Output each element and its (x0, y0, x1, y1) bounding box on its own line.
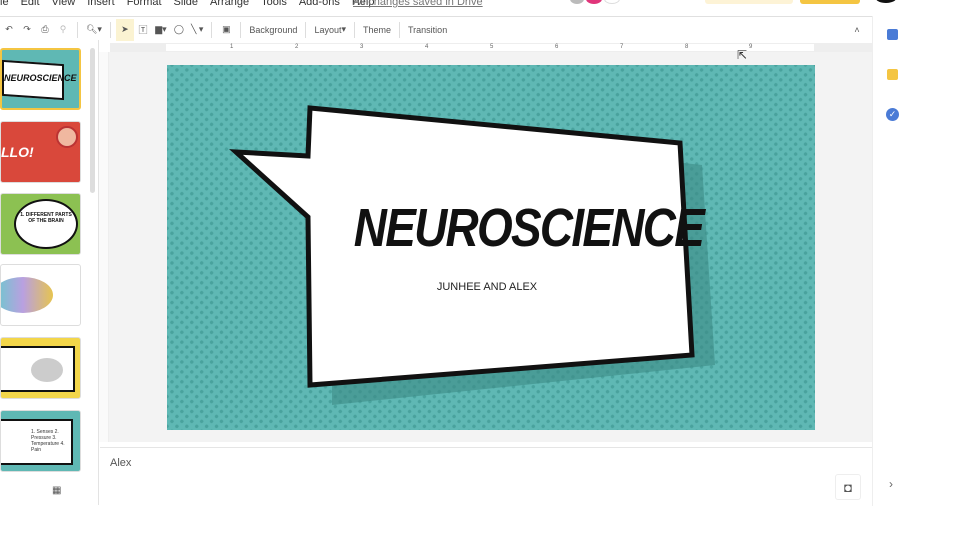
ruler-mark: 5 (490, 44, 494, 50)
speaker-notes-text: Alex (110, 457, 132, 469)
slide-thumbnail-4[interactable] (0, 264, 81, 326)
slide-subtitle[interactable]: JUNHEE AND ALEX (387, 281, 587, 293)
line-icon[interactable]: ╲ ▾ (188, 19, 206, 41)
slide-canvas[interactable]: NEUROSCIENCE JUNHEE AND ALEX (167, 65, 815, 430)
ruler-mark: 4 (425, 44, 429, 50)
print-icon[interactable]: ⎙ (36, 19, 54, 41)
slide-title[interactable]: NEUROSCIENCE (354, 197, 705, 259)
menu-edit[interactable]: Edit (21, 0, 40, 10)
menu-tools[interactable]: Tools (261, 0, 287, 10)
slide-thumbnail-5[interactable] (0, 337, 81, 399)
ruler-mark: 7 (620, 44, 624, 50)
menu-addons[interactable]: Add-ons (299, 0, 340, 10)
comment-icon[interactable]: ▣ (217, 19, 235, 41)
redo-icon[interactable]: ↷ (18, 19, 36, 41)
save-status-link[interactable]: All changes saved in Drive (353, 0, 483, 8)
expand-chevron-icon[interactable]: › (889, 477, 893, 491)
collaborator-avatar[interactable] (604, 0, 620, 4)
ruler-mark: 6 (555, 44, 559, 50)
slide-thumbnail-1[interactable]: NEUROSCIENCE (0, 48, 81, 110)
thumbnail-title: NEUROSCIENCE (4, 73, 77, 83)
layout-button[interactable]: Layout ▾ (311, 19, 349, 41)
menu-arrange[interactable]: Arrange (210, 0, 249, 10)
collaborator-avatar[interactable] (570, 0, 584, 4)
menu-file[interactable]: le (0, 0, 9, 10)
image-icon[interactable]: ▆▾ (152, 19, 170, 41)
transition-button[interactable]: Transition (405, 19, 450, 41)
menu-format[interactable]: Format (127, 0, 162, 10)
menu-slide[interactable]: Slide (174, 0, 198, 10)
toolbar: ↶ ↷ ⎙ ⚲ 🔍︎▾ ➤ 🅃 ▆▾ ◯ ╲ ▾ ▣ Background La… (0, 16, 872, 42)
tasks-icon[interactable]: ✓ (886, 108, 899, 121)
ruler-mark: 1 (230, 44, 234, 50)
slide-thumbnail-6[interactable]: 1. Senses 2. Pressure 3. Temperature 4. … (0, 410, 81, 472)
horizontal-ruler[interactable]: 1 2 3 4 5 6 7 8 9 (165, 43, 815, 52)
thumbnail-title: LLO! (1, 144, 34, 160)
layout-label: Layout (314, 24, 342, 35)
slide-thumbnail-2[interactable]: LLO! (0, 121, 81, 183)
speaker-notes[interactable]: Alex ◘ (100, 447, 872, 505)
zoom-icon[interactable]: 🔍︎▾ (83, 19, 105, 41)
ruler-mark: 8 (685, 44, 689, 50)
paint-format-icon[interactable]: ⚲ (54, 19, 72, 41)
menu-insert[interactable]: Insert (87, 0, 115, 10)
thumbnail-title: 1. DIFFERENT PARTS OF THE BRAIN (20, 212, 72, 224)
ruler-mark: 2 (295, 44, 299, 50)
explore-icon: ◘ (844, 479, 852, 495)
menu-bar: le Edit View Insert Format Slide Arrange… (0, 0, 374, 10)
keep-icon[interactable] (887, 69, 898, 80)
collaborator-avatar[interactable] (586, 0, 602, 4)
grid-view-icon[interactable]: ▦ (52, 485, 61, 496)
present-button[interactable] (705, 0, 793, 4)
filmstrip-scrollbar[interactable] (90, 48, 95, 193)
collapse-chevron-icon[interactable]: ˄ (848, 19, 866, 41)
side-panel: ✓ › (872, 16, 910, 506)
undo-icon[interactable]: ↶ (0, 19, 18, 41)
filmstrip: NEUROSCIENCE LLO! 1. DIFFERENT PARTS OF … (0, 40, 99, 505)
background-button[interactable]: Background (246, 19, 300, 41)
ruler-mark: 9 (749, 44, 753, 50)
select-icon[interactable]: ➤ (115, 18, 134, 41)
ruler-mark: 3 (360, 44, 364, 50)
share-button[interactable] (800, 0, 860, 4)
account-avatar[interactable] (876, 0, 896, 3)
slide-thumbnail-3[interactable]: 1. DIFFERENT PARTS OF THE BRAIN (0, 193, 81, 255)
shape-icon[interactable]: ◯ (170, 19, 188, 41)
menu-view[interactable]: View (52, 0, 76, 10)
mouse-cursor-icon: ⇱ (737, 48, 748, 62)
explore-button[interactable]: ◘ (835, 474, 861, 500)
thumbnail-text: 1. Senses 2. Pressure 3. Temperature 4. … (31, 429, 65, 453)
vertical-ruler[interactable] (99, 52, 109, 442)
calendar-icon[interactable] (887, 29, 898, 40)
theme-button[interactable]: Theme (360, 19, 394, 41)
text-box-icon[interactable]: 🅃 (134, 19, 152, 41)
